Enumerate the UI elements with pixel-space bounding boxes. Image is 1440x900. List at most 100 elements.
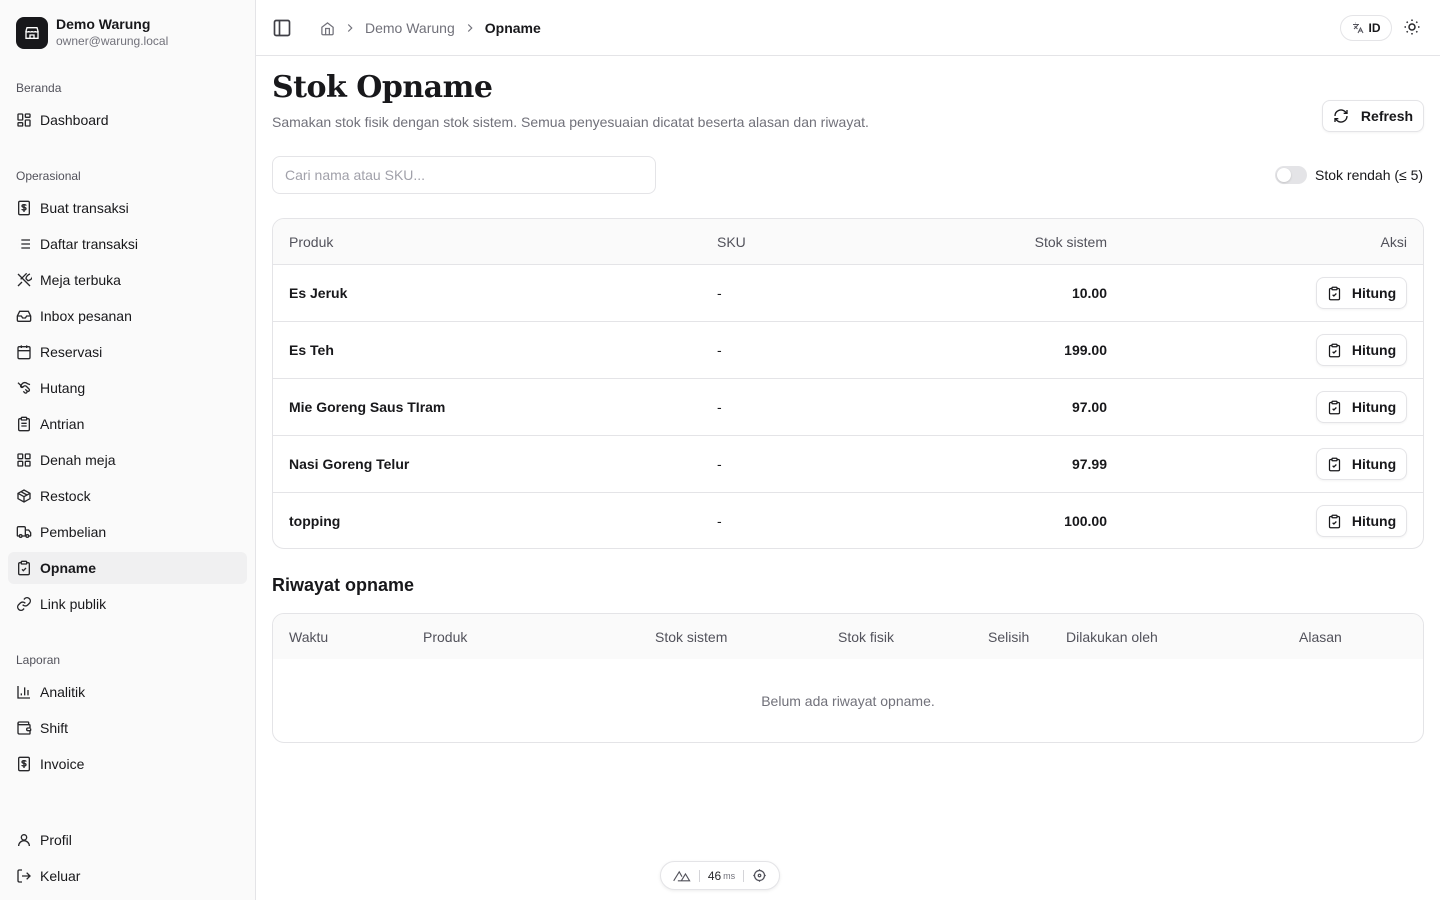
breadcrumb: Demo Warung Opname bbox=[320, 18, 541, 38]
count-button[interactable]: Hitung bbox=[1316, 391, 1407, 423]
search-input[interactable] bbox=[272, 156, 656, 194]
chevron-right-icon bbox=[467, 24, 473, 32]
nav-group-label: Operasional bbox=[16, 169, 81, 183]
history-table: Waktu Produk Stok sistem Stok fisik Seli… bbox=[272, 613, 1424, 743]
wallet-icon bbox=[17, 721, 32, 735]
product-name: Nasi Goreng Telur bbox=[289, 456, 410, 472]
sidebar-item-invoice[interactable]: Invoice bbox=[8, 748, 247, 780]
table-header: Produk SKU Stok sistem Aksi bbox=[273, 219, 1423, 264]
list-icon bbox=[18, 239, 30, 249]
nav-group-beranda: Beranda Dashboard bbox=[8, 72, 247, 140]
product-sku: - bbox=[717, 399, 722, 415]
translate-icon bbox=[1352, 22, 1363, 34]
product-name: Mie Goreng Saus TIram bbox=[289, 399, 446, 415]
sidebar-item-hutang[interactable]: Hutang bbox=[8, 372, 247, 404]
column-header: Stok fisik bbox=[838, 628, 895, 645]
sidebar-item-label: Antrian bbox=[40, 416, 85, 432]
grid-icon bbox=[17, 453, 31, 467]
table-row: Es Jeruk - 10.00 Hitung bbox=[273, 264, 1423, 321]
sidebar-item-reservasi[interactable]: Reservasi bbox=[8, 336, 247, 368]
product-sku: - bbox=[717, 285, 722, 301]
sidebar-item-buat-transaksi[interactable]: Buat transaksi bbox=[8, 192, 247, 224]
system-stock: 10.00 bbox=[1071, 285, 1107, 301]
empty-state: Belum ada riwayat opname. bbox=[761, 693, 935, 709]
breadcrumb-link[interactable]: Demo Warung bbox=[365, 20, 455, 36]
render-time: 46 bbox=[707, 868, 722, 883]
clipboard-icon bbox=[18, 416, 30, 432]
nav-group-laporan: Laporan Analitik Shift Invoice bbox=[8, 644, 247, 784]
sidebar-item-label: Meja terbuka bbox=[40, 272, 121, 288]
sidebar-item-label: Inbox pesanan bbox=[40, 308, 132, 324]
nav-group-label: Beranda bbox=[16, 81, 62, 95]
clipboard-check-icon bbox=[18, 560, 30, 576]
low-stock-label: Stok rendah (≤ 5) bbox=[1315, 167, 1424, 183]
count-button[interactable]: Hitung bbox=[1316, 277, 1407, 309]
sidebar-item-label: Analitik bbox=[40, 684, 86, 700]
history-title: Riwayat opname bbox=[272, 575, 415, 595]
sidebar-item-inbox-pesanan[interactable]: Inbox pesanan bbox=[8, 300, 247, 332]
sidebar-item-denah-meja[interactable]: Denah meja bbox=[8, 444, 247, 476]
truck-icon bbox=[16, 526, 32, 538]
column-header: Waktu bbox=[289, 628, 329, 645]
count-button[interactable]: Hitung bbox=[1316, 505, 1407, 537]
brand[interactable]: Demo Warung owner@warung.local bbox=[16, 16, 168, 49]
count-button-label: Hitung bbox=[1351, 342, 1397, 358]
sidebar-item-daftar-transaksi[interactable]: Daftar transaksi bbox=[8, 228, 247, 260]
column-header: Produk bbox=[289, 233, 334, 250]
sidebar-item-profil[interactable]: Profil bbox=[8, 824, 247, 856]
nav-group-label: Laporan bbox=[16, 653, 61, 667]
clipboard-check-icon bbox=[1328, 457, 1340, 471]
table-header: Waktu Produk Stok sistem Stok fisik Seli… bbox=[273, 614, 1423, 659]
brand-name: Demo Warung bbox=[56, 16, 151, 32]
dev-toolbar[interactable]: 46 ms bbox=[660, 861, 780, 890]
sidebar-item-shift[interactable]: Shift bbox=[8, 712, 247, 744]
count-button-label: Hitung bbox=[1351, 399, 1397, 415]
system-stock: 97.00 bbox=[1071, 399, 1107, 415]
sidebar-item-keluar[interactable]: Keluar bbox=[8, 860, 247, 892]
table-row: Es Teh - 199.00 Hitung bbox=[273, 321, 1423, 378]
product-sku: - bbox=[717, 342, 722, 358]
handshake-icon bbox=[17, 381, 31, 394]
refresh-label: Refresh bbox=[1360, 108, 1414, 124]
sidebar-toggle-icon[interactable] bbox=[272, 18, 292, 38]
language-button[interactable]: ID bbox=[1340, 15, 1392, 41]
sidebar: Demo Warung owner@warung.local Beranda D… bbox=[0, 0, 256, 900]
store-icon bbox=[16, 16, 48, 49]
inbox-icon bbox=[16, 310, 32, 322]
count-button[interactable]: Hitung bbox=[1316, 448, 1407, 480]
page-subtitle: Samakan stok fisik dengan stok sistem. S… bbox=[272, 114, 869, 130]
logout-icon bbox=[17, 869, 31, 883]
table-row: topping - 100.00 Hitung bbox=[273, 492, 1423, 548]
sidebar-item-label: Denah meja bbox=[40, 452, 116, 468]
top-header: Demo Warung Opname ID bbox=[256, 0, 1440, 56]
system-stock: 97.99 bbox=[1071, 456, 1107, 472]
clipboard-check-icon bbox=[1328, 286, 1340, 300]
sidebar-item-antrian[interactable]: Antrian bbox=[8, 408, 247, 440]
breadcrumb-current: Opname bbox=[484, 20, 541, 36]
sidebar-item-meja-terbuka[interactable]: Meja terbuka bbox=[8, 264, 247, 296]
dashboard-icon bbox=[17, 113, 31, 127]
sidebar-item-restock[interactable]: Restock bbox=[8, 480, 247, 512]
table-row: Nasi Goreng Telur - 97.99 Hitung bbox=[273, 435, 1423, 492]
sidebar-item-link-publik[interactable]: Link publik bbox=[8, 588, 247, 620]
count-button-label: Hitung bbox=[1351, 456, 1397, 472]
low-stock-switch[interactable] bbox=[1275, 166, 1307, 184]
column-header: Aksi bbox=[1380, 233, 1407, 250]
sidebar-item-analitik[interactable]: Analitik bbox=[8, 676, 247, 708]
system-stock: 100.00 bbox=[1064, 513, 1107, 529]
sun-icon[interactable] bbox=[1403, 18, 1421, 36]
sidebar-item-pembelian[interactable]: Pembelian bbox=[8, 516, 247, 548]
package-icon bbox=[17, 489, 31, 503]
count-button[interactable]: Hitung bbox=[1316, 334, 1407, 366]
home-icon[interactable] bbox=[320, 21, 335, 36]
crosshair-icon[interactable] bbox=[752, 868, 767, 883]
sidebar-item-opname[interactable]: Opname bbox=[8, 552, 247, 584]
sidebar-item-label: Daftar transaksi bbox=[40, 236, 139, 252]
brand-email: owner@warung.local bbox=[56, 34, 169, 48]
sidebar-item-dashboard[interactable]: Dashboard bbox=[8, 104, 247, 136]
nuxt-icon[interactable] bbox=[673, 869, 691, 883]
sidebar-item-label: Restock bbox=[40, 488, 91, 504]
column-header: Dilakukan oleh bbox=[1066, 628, 1158, 645]
low-stock-filter[interactable]: Stok rendah (≤ 5) bbox=[1275, 166, 1423, 184]
refresh-button[interactable]: Refresh bbox=[1322, 100, 1424, 132]
